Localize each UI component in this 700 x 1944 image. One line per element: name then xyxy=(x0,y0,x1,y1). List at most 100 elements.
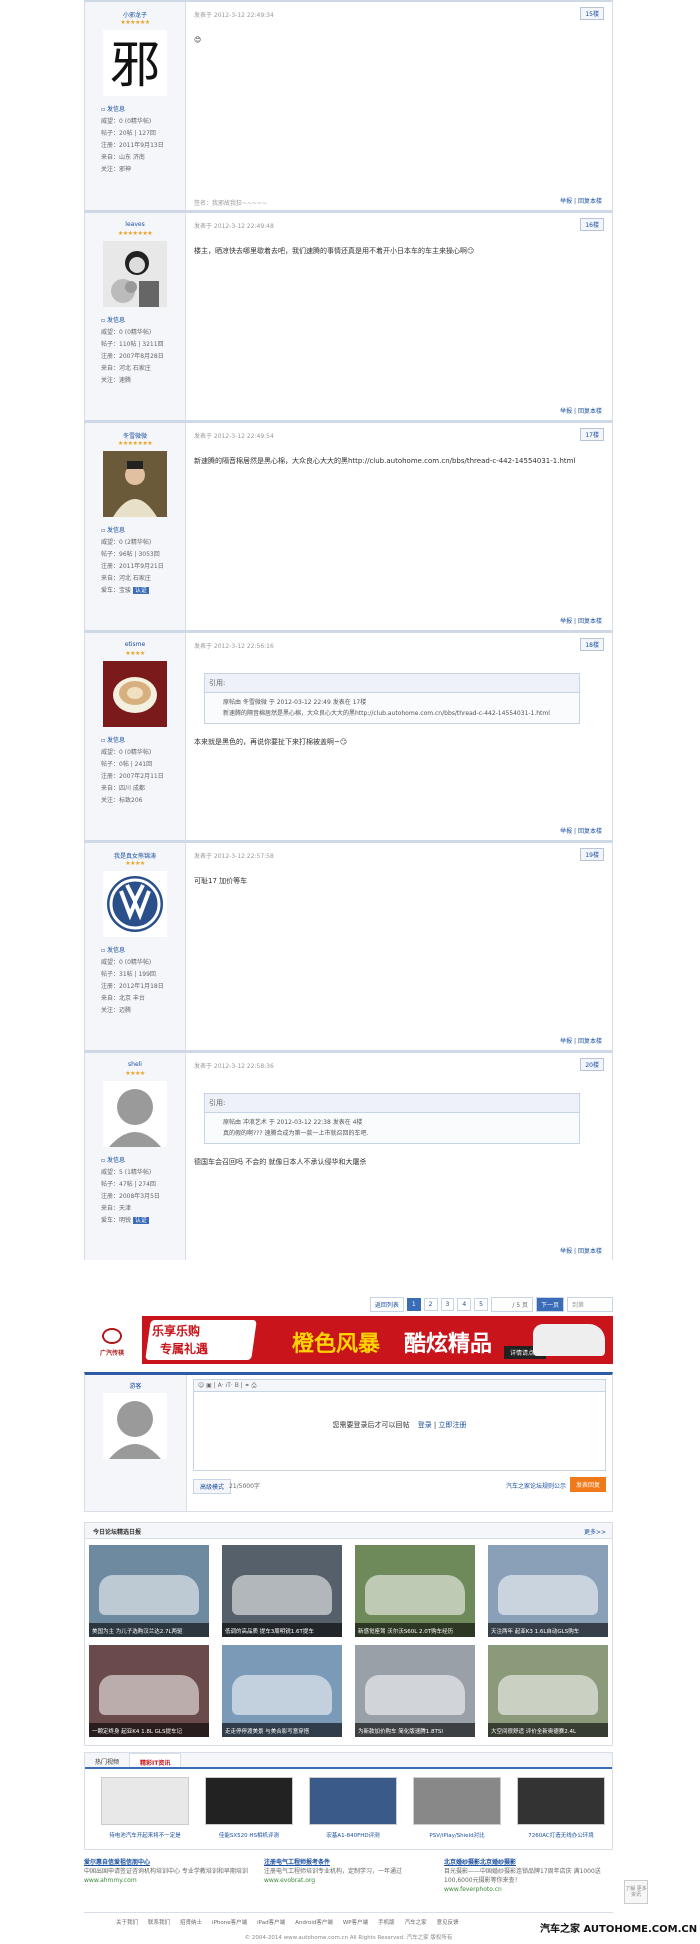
username-link[interactable]: leaves xyxy=(85,221,185,228)
footer-link[interactable]: 联系我们 xyxy=(148,1918,170,1926)
media-item[interactable]: 佳能SX520 HS相机评测 xyxy=(205,1777,293,1839)
user-prestige: 威望：0 (0精华帖) xyxy=(101,329,152,336)
reply-floor-link[interactable]: 回复本楼 xyxy=(578,198,602,205)
user-avatar[interactable] xyxy=(103,451,167,517)
username-link[interactable]: etisme xyxy=(85,641,185,648)
floor-number[interactable]: 15楼 xyxy=(580,7,604,20)
media-title[interactable]: 7260AC打造无线办公环境 xyxy=(517,1831,605,1839)
quote-author: 原帖由 冲浪艺术 于 2012-03-12 22:38 发表在 4楼 xyxy=(223,1119,363,1126)
tab-it-news[interactable]: 精彩IT资讯 xyxy=(129,1753,182,1767)
media-title[interactable]: PSV/iPlay/Shield对比 xyxy=(413,1831,501,1839)
footer-link[interactable]: 汽车之家 xyxy=(405,1918,427,1926)
text-ad[interactable]: 爱尔惠自信爱祖信朋中心 中国出国申请签证咨询机构培训中心 专业学教培训和早期培训 w… xyxy=(84,1858,259,1885)
side-more-button[interactable]: 了解 更多 资讯 xyxy=(624,1880,648,1904)
send-message-link[interactable]: ▫ 发信息 xyxy=(101,1155,160,1167)
digest-tile[interactable]: 大空间很舒适 评价全新奥德赛2.4L xyxy=(488,1645,608,1737)
footer-link[interactable]: 招贤纳士 xyxy=(180,1918,202,1926)
media-title[interactable]: 宏基A1-840FHD评测 xyxy=(309,1831,397,1839)
ad-url[interactable]: www.evobrat.org xyxy=(264,1876,439,1885)
tile-caption: 为新款加价购车 简化版速腾1.8TSI xyxy=(355,1723,475,1737)
report-link[interactable]: 举报 xyxy=(560,198,572,205)
media-item[interactable]: PSV/iPlay/Shield对比 xyxy=(413,1777,501,1839)
more-link[interactable]: 更多>> xyxy=(584,1527,606,1536)
user-avatar[interactable] xyxy=(103,241,167,307)
page-4[interactable]: 4 xyxy=(457,1297,472,1311)
send-message-link[interactable]: ▫ 发信息 xyxy=(101,945,164,957)
send-message-link[interactable]: ▫ 发信息 xyxy=(101,735,164,747)
footer-link[interactable]: iPhone客户端 xyxy=(212,1918,247,1926)
send-message-link[interactable]: ▫ 发信息 xyxy=(101,104,164,116)
banner-ad[interactable]: 乐享乐购 专属礼遇 橙色风暴 酷炫精品 详情请点击 xyxy=(142,1316,613,1364)
media-item[interactable]: 7260AC打造无线办公环境 xyxy=(517,1777,605,1839)
post-body: 😊 xyxy=(194,36,202,44)
digest-tile[interactable]: 低调的高品质 提车3周明锐1.6T提车 xyxy=(222,1545,342,1637)
digest-tile[interactable]: 新感觉座驾 沃尔沃S60L 2.0T购车经历 xyxy=(355,1545,475,1637)
digest-tile[interactable]: 为新款加价购车 简化版速腾1.8TSI xyxy=(355,1645,475,1737)
footer-link[interactable]: WP客户端 xyxy=(343,1918,368,1926)
footer-link[interactable]: 意见反馈 xyxy=(437,1918,459,1926)
user-avatar[interactable] xyxy=(103,1081,167,1147)
ad-title[interactable]: 北京婚纱摄影北京婚纱摄影 xyxy=(444,1858,619,1867)
submit-reply-button[interactable]: 发表回复 xyxy=(569,1477,606,1492)
tab-hot-videos[interactable]: 热门视频 xyxy=(85,1753,129,1767)
page-jump-input[interactable]: / 5 页 xyxy=(490,1296,533,1312)
text-ad[interactable]: 北京婚纱摄影北京婚纱摄影 目光摄影——中国婚纱摄影连锁品牌17周年店庆 满1000… xyxy=(444,1858,619,1894)
reply-floor-link[interactable]: 回复本楼 xyxy=(578,408,602,415)
username-link[interactable]: sheli xyxy=(85,1061,185,1068)
user-avatar[interactable] xyxy=(103,871,167,937)
floor-number[interactable]: 16楼 xyxy=(580,218,604,231)
username-link[interactable]: 我是真女熊锦涛 xyxy=(85,851,185,860)
footer-link[interactable]: Android客户端 xyxy=(295,1918,333,1926)
media-title[interactable]: 待电池汽车开起来将不一定是 xyxy=(101,1831,189,1839)
ad-url[interactable]: www.ahmmy.com xyxy=(84,1876,259,1885)
username-link[interactable]: 小邪龙子 xyxy=(85,10,185,19)
digest-tile[interactable]: 一颗定终身 起亚K4 1.8L GLS提车记 xyxy=(89,1645,209,1737)
ad-title[interactable]: 注册电气工程师报考条件 xyxy=(264,1858,439,1867)
ad-banner[interactable]: 广汽传祺 乐享乐购 专属礼遇 橙色风暴 酷炫精品 详情请点击 xyxy=(84,1316,613,1364)
post-content: 发表于 2012-3-12 22:49:48 16楼 楼主，晒凉快去哪里歇着去吧… xyxy=(186,213,613,420)
send-message-link[interactable]: ▫ 发信息 xyxy=(101,315,164,327)
user-avatar[interactable]: 邪 xyxy=(103,30,167,96)
media-item[interactable]: 待电池汽车开起来将不一定是 xyxy=(101,1777,189,1839)
floor-number[interactable]: 19楼 xyxy=(580,848,604,861)
page-1[interactable]: 1 xyxy=(406,1297,421,1311)
next-page-button[interactable]: 下一页 xyxy=(535,1296,564,1312)
footer-link[interactable]: iPad客户端 xyxy=(257,1918,285,1926)
floor-number[interactable]: 18楼 xyxy=(580,638,604,651)
send-message-link[interactable]: ▫ 发信息 xyxy=(101,525,164,537)
ad-url[interactable]: www.feverphoto.cn xyxy=(444,1885,619,1894)
text-ad[interactable]: 注册电气工程师报考条件 注册电气工程师培训专业机构，定制学习，一年通过 www.ev… xyxy=(264,1858,439,1885)
digest-tile[interactable]: 走走停停渡美景 与美合影写意穿搭 xyxy=(222,1645,342,1737)
reply-floor-link[interactable]: 回复本楼 xyxy=(578,1248,602,1255)
car-photo xyxy=(498,1675,598,1715)
forum-rules-link[interactable]: 汽车之家论坛规则公示 xyxy=(506,1481,566,1490)
reply-floor-link[interactable]: 回复本楼 xyxy=(578,1038,602,1045)
user-avatar[interactable] xyxy=(103,661,167,727)
report-link[interactable]: 举报 xyxy=(560,828,572,835)
report-link[interactable]: 举报 xyxy=(560,408,572,415)
editor-toolbar[interactable]: ☺ ▣ | A· ıT· B | ⚭ ⎙ xyxy=(194,1380,605,1392)
footer-link[interactable]: 关于我们 xyxy=(116,1918,138,1926)
page-2[interactable]: 2 xyxy=(423,1297,438,1311)
media-item[interactable]: 宏基A1-840FHD评测 xyxy=(309,1777,397,1839)
floor-number[interactable]: 20楼 xyxy=(580,1058,604,1071)
reply-floor-link[interactable]: 回复本楼 xyxy=(578,828,602,835)
register-link[interactable]: 立即注册 xyxy=(439,1421,467,1429)
username-link[interactable]: 冬雪微微 xyxy=(85,431,185,440)
reply-floor-link[interactable]: 回复本楼 xyxy=(578,618,602,625)
digest-tile[interactable]: 天注两年 起亚K3 1.6L自动GLS购车 xyxy=(488,1545,608,1637)
report-link[interactable]: 举报 xyxy=(560,618,572,625)
advanced-mode-button[interactable]: 高级模式 xyxy=(193,1479,232,1494)
back-to-list-button[interactable]: 返回列表 xyxy=(369,1296,404,1312)
login-link[interactable]: 登录 xyxy=(418,1421,432,1429)
ad-title[interactable]: 爱尔惠自信爱祖信朋中心 xyxy=(84,1858,259,1867)
floor-number[interactable]: 17楼 xyxy=(580,428,604,441)
page-3[interactable]: 3 xyxy=(440,1297,455,1311)
media-title[interactable]: 佳能SX520 HS相机评测 xyxy=(205,1831,293,1839)
report-link[interactable]: 举报 xyxy=(560,1038,572,1045)
footer-link[interactable]: 手机版 xyxy=(378,1918,395,1926)
digest-tile[interactable]: 美国为主 为儿子选购汉兰达2.7L两驱 xyxy=(89,1545,209,1637)
goto-page-input[interactable]: 到第 xyxy=(567,1296,613,1312)
report-link[interactable]: 举报 xyxy=(560,1248,572,1255)
page-5[interactable]: 5 xyxy=(474,1297,488,1311)
